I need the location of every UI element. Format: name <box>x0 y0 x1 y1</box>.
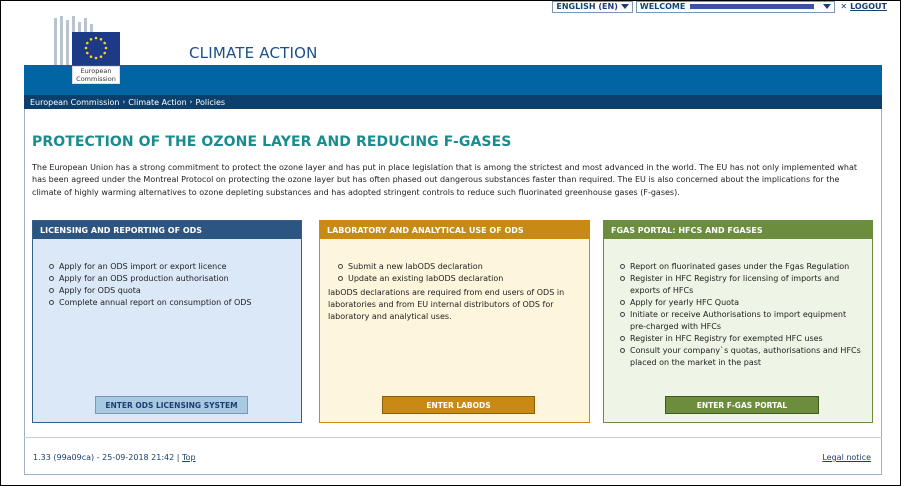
logout-link[interactable]: ✕ LOGOUT <box>840 2 887 11</box>
card-title: LICENSING AND REPORTING OF ODS <box>33 221 301 239</box>
site-header: European Commission CLIMATE ACTION <box>24 14 882 84</box>
bullet-icon <box>338 276 343 281</box>
bullet-icon <box>49 264 54 269</box>
intro-paragraph: The European Union has a strong commitme… <box>32 163 857 197</box>
bullet-icon <box>49 288 54 293</box>
legal-notice-link[interactable]: Legal notice <box>822 453 871 462</box>
breadcrumb-item[interactable]: Climate Action <box>128 98 186 107</box>
list-item-label: Apply for an ODS production authorisatio… <box>59 274 229 283</box>
card-note: labODS declarations are required from en… <box>328 288 565 321</box>
chevron-right-icon: › <box>122 98 126 106</box>
chevron-down-icon <box>620 4 629 9</box>
user-menu[interactable]: WELCOME <box>635 0 836 13</box>
welcome-label: WELCOME <box>639 2 686 11</box>
list-item[interactable]: Apply for yearly HFC Quota <box>620 297 864 309</box>
bullet-icon <box>620 276 625 281</box>
list-item[interactable]: Register in HFC Registry for exempted HF… <box>620 333 864 345</box>
chevron-right-icon: › <box>189 98 193 106</box>
bullet-icon <box>49 300 54 305</box>
card-title: FGAS PORTAL: HFCS AND FGASES <box>604 221 872 239</box>
breadcrumb-item[interactable]: European Commission <box>30 98 119 107</box>
site-title[interactable]: CLIMATE ACTION <box>189 44 318 62</box>
close-icon: ✕ <box>840 2 848 11</box>
header-band <box>24 65 882 95</box>
card-list: Apply for an ODS import or export licenc… <box>49 261 293 309</box>
list-item[interactable]: Register in HFC Registry for licensing o… <box>620 273 864 297</box>
bullet-icon <box>620 312 625 317</box>
top-link[interactable]: Top <box>182 453 196 462</box>
list-item-label: Submit a new labODS declaration <box>348 262 483 271</box>
card-title: LABORATORY AND ANALYTICAL USE OF ODS <box>320 221 589 239</box>
list-item-label: Consult your company`s quotas, authorisa… <box>630 346 861 367</box>
list-item-label: Initiate or receive Authorisations to im… <box>630 310 847 331</box>
bullet-icon <box>338 264 343 269</box>
page-border-bottom <box>24 474 882 475</box>
list-item[interactable]: Report on fluorinated gases under the Fg… <box>620 261 864 273</box>
list-item[interactable]: Update an existing labODS declaration <box>338 273 581 285</box>
bullet-icon <box>620 264 625 269</box>
list-item-label: Register in HFC Registry for exempted HF… <box>630 334 823 343</box>
language-label: ENGLISH (EN) <box>556 2 618 11</box>
card-list: Submit a new labODS declaration Update a… <box>328 261 581 285</box>
list-item[interactable]: Consult your company`s quotas, authorisa… <box>620 345 864 369</box>
list-item[interactable]: Submit a new labODS declaration <box>338 261 581 273</box>
footer-version: 1.33 (99a09ca) - 25-09-2018 21:42 | Top <box>33 453 196 462</box>
list-item-label: Register in HFC Registry for licensing o… <box>630 274 840 295</box>
enter-labods-button[interactable]: ENTER LABODS <box>382 396 535 414</box>
list-item-label: Update an existing labODS declaration <box>348 274 504 283</box>
bullet-icon <box>49 276 54 281</box>
utility-bar: ENGLISH (EN) WELCOME ✕ LOGOUT <box>552 0 887 13</box>
list-item[interactable]: Apply for an ODS import or export licenc… <box>49 261 293 273</box>
version-text: 1.33 (99a09ca) - 25-09-2018 21:42 | <box>33 453 180 462</box>
logout-label: LOGOUT <box>850 2 887 11</box>
list-item[interactable]: Apply for ODS quota <box>49 285 293 297</box>
card-list: Report on fluorinated gases under the Fg… <box>620 261 864 369</box>
list-item-label: Report on fluorinated gases under the Fg… <box>630 262 850 271</box>
language-select[interactable]: ENGLISH (EN) <box>552 0 633 13</box>
list-item[interactable]: Complete annual report on consumption of… <box>49 297 293 309</box>
card-ods-licensing: LICENSING AND REPORTING OF ODS Apply for… <box>32 220 302 423</box>
breadcrumb-item[interactable]: Policies <box>195 98 225 107</box>
list-item[interactable]: Apply for an ODS production authorisatio… <box>49 273 293 285</box>
page-border-right <box>881 109 882 474</box>
bullet-icon <box>620 300 625 305</box>
card-labods: LABORATORY AND ANALYTICAL USE OF ODS Sub… <box>319 220 590 423</box>
list-item[interactable]: Initiate or receive Authorisations to im… <box>620 309 864 333</box>
list-item-label: Apply for yearly HFC Quota <box>630 298 740 307</box>
redacted-username <box>690 4 815 9</box>
chevron-down-icon <box>823 4 832 9</box>
enter-ods-licensing-button[interactable]: ENTER ODS LICENSING SYSTEM <box>95 396 248 414</box>
bullet-icon <box>620 348 625 353</box>
list-item-label: Apply for ODS quota <box>59 286 141 295</box>
ec-logo-text[interactable]: European Commission <box>72 66 120 84</box>
bullet-icon <box>620 336 625 341</box>
breadcrumb: European Commission › Climate Action › P… <box>30 98 225 107</box>
list-item-label: Apply for an ODS import or export licenc… <box>59 262 227 271</box>
eu-flag-icon <box>72 32 120 66</box>
footer-divider <box>24 437 882 438</box>
card-fgas-portal: FGAS PORTAL: HFCS AND FGASES Report on f… <box>603 220 873 423</box>
page-title: PROTECTION OF THE OZONE LAYER AND REDUCI… <box>32 134 512 150</box>
logo-line-2: Commission <box>76 74 116 83</box>
breadcrumb-bar: European Commission › Climate Action › P… <box>24 95 882 109</box>
page-border-left <box>24 109 25 474</box>
list-item-label: Complete annual report on consumption of… <box>59 298 252 307</box>
enter-fgas-portal-button[interactable]: ENTER F-GAS PORTAL <box>665 396 819 414</box>
